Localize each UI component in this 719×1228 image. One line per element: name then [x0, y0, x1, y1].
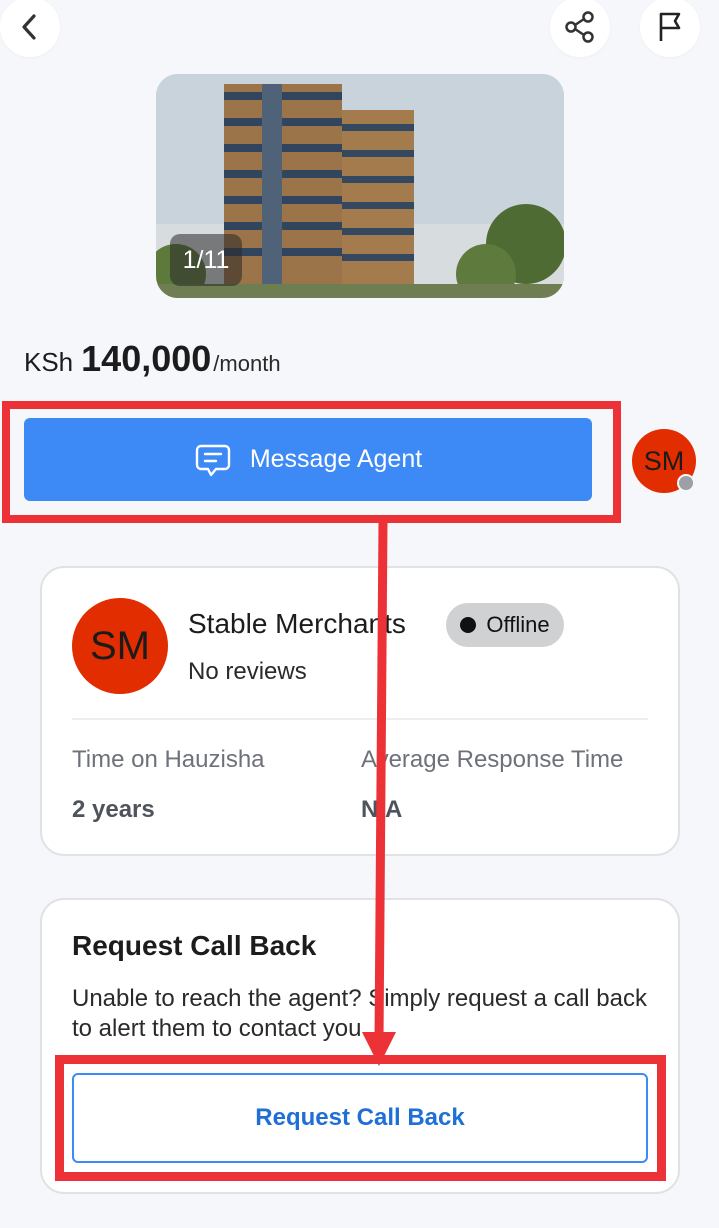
back-button[interactable] [0, 0, 60, 57]
chevron-left-icon [22, 14, 36, 40]
avatar-initials: SM [90, 623, 150, 668]
callback-title: Request Call Back [72, 930, 317, 961]
report-button[interactable] [640, 0, 700, 57]
time-on-platform-label: Time on Hauzisha [72, 746, 265, 773]
price-amount: 140,000 [81, 338, 212, 379]
status-dot [677, 474, 695, 492]
agent-reviews: No reviews [188, 658, 307, 685]
price: KSh 140,000 /month [24, 338, 281, 380]
status-badge: Offline [446, 603, 564, 647]
divider [72, 718, 648, 720]
share-button[interactable] [550, 0, 610, 57]
time-on-platform-value: 2 years [72, 796, 155, 823]
highlight-box-message [2, 401, 621, 523]
avatar-initials: SM [643, 445, 685, 476]
offline-dot-icon [460, 617, 477, 633]
callback-description: Unable to reach the agent? Simply reques… [72, 985, 648, 1042]
response-time-value: N/A [361, 796, 403, 823]
flag-icon [659, 12, 681, 41]
photo-counter: 1/11 [170, 234, 242, 286]
response-time-label: Average Response Time [361, 746, 624, 773]
price-currency: KSh [24, 347, 74, 377]
status-label: Offline [486, 612, 550, 637]
share-icon [565, 11, 594, 43]
highlight-box-callback [55, 1055, 666, 1181]
price-period: /month [213, 351, 281, 376]
agent-name: Stable Merchants [188, 608, 406, 639]
agent-avatar[interactable]: SM [72, 598, 168, 694]
